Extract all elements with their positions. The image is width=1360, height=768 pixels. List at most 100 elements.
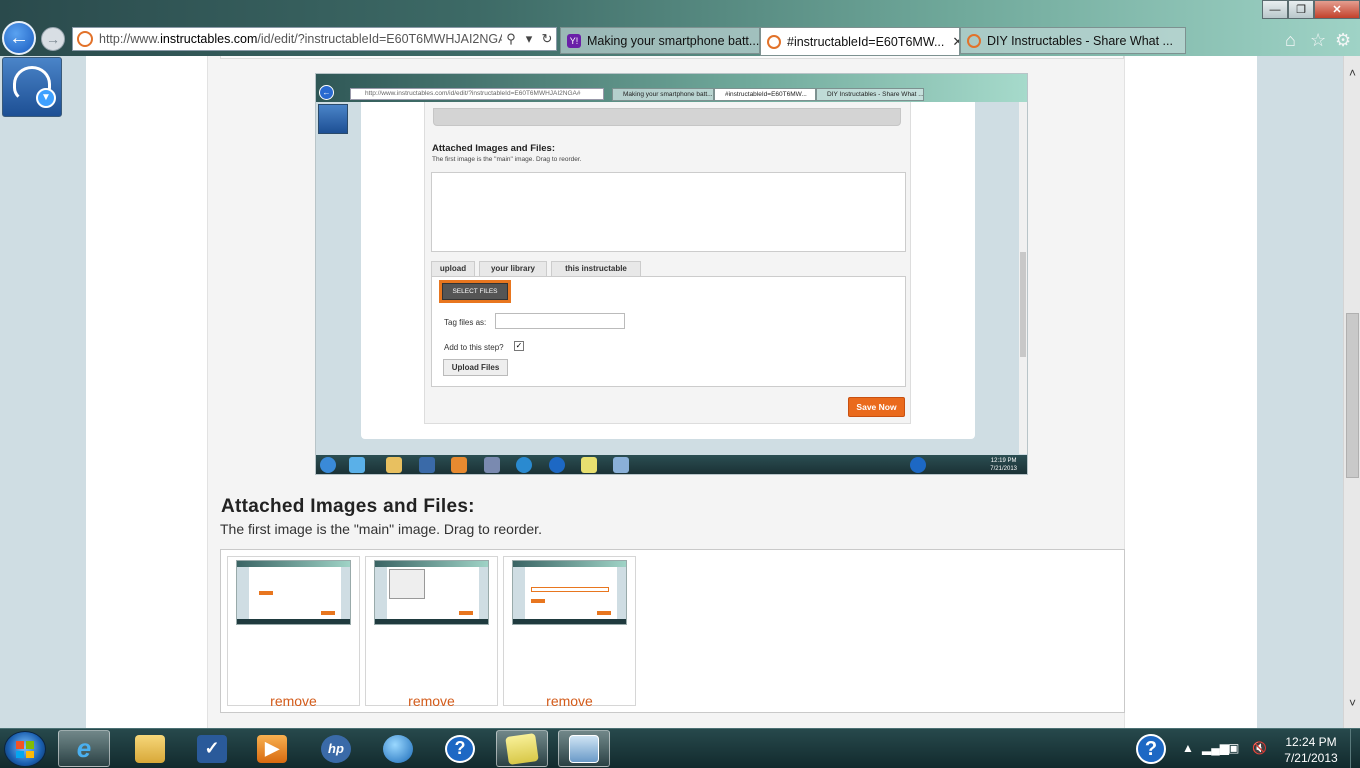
embedded-hp-icon — [484, 457, 500, 473]
tab-instructable-edit[interactable]: #instructableId=E60T6MW... ✕ — [760, 27, 960, 56]
attached-title: Attached Images and Files: — [221, 496, 475, 517]
help-icon: ? — [445, 734, 475, 763]
thumbnail-image[interactable] — [236, 560, 351, 625]
embedded-ie-icon — [349, 457, 365, 473]
tab-close-icon[interactable]: ✕ — [944, 34, 959, 50]
back-button[interactable]: ← — [2, 21, 36, 55]
embedded-add-checkbox: ✓ — [514, 341, 524, 351]
system-clock[interactable]: 12:24 PM 7/21/2013 — [1276, 734, 1346, 766]
embedded-scrollbar — [1019, 102, 1027, 454]
embedded-media-icon — [451, 457, 467, 473]
embedded-fingerprint-icon — [318, 104, 348, 134]
remove-link[interactable]: remove — [228, 693, 359, 709]
embedded-browser-chrome: ← http://www.instructables.com/id/edit/?… — [316, 74, 1027, 102]
embedded-upload-panel: SELECT FILES Tag files as: Add to this s… — [431, 276, 906, 387]
embedded-add-label: Add to this step? — [444, 343, 504, 352]
taskbar-sticky-notes[interactable] — [496, 730, 548, 767]
media-player-icon: ▶ — [257, 734, 287, 763]
embedded-folder-icon — [386, 457, 402, 473]
address-url[interactable]: http://www.instructables.com/id/edit/?in… — [99, 32, 502, 46]
settings-gear-icon[interactable]: ⚙ — [1335, 30, 1351, 51]
embedded-drop-area — [431, 172, 906, 252]
show-desktop-button[interactable] — [1350, 729, 1360, 768]
windows-taskbar: e ✓ ▶ hp ? ? ▲ ▂▄▆ ▣ 🔇 12:24 PM 7/21/201… — [0, 728, 1360, 768]
embedded-content: Attached Images and Files: The first ima… — [424, 102, 911, 424]
thumb-taskbar — [237, 619, 350, 624]
back-arrow-icon: ← — [9, 26, 29, 49]
internet-explorer-icon: e — [76, 733, 92, 763]
embedded-tab-upload: upload — [431, 261, 475, 276]
address-bar[interactable]: http://www.instructables.com/id/edit/?in… — [72, 27, 557, 51]
thumbnail-item[interactable]: remove — [503, 556, 636, 709]
fingerprint-widget[interactable]: ▼ — [2, 57, 62, 117]
favorites-star-icon[interactable]: ☆ — [1310, 30, 1326, 51]
embedded-start-icon — [320, 457, 336, 473]
thumb-taskbar — [375, 619, 488, 624]
thumbnail-item[interactable]: remove — [365, 556, 498, 709]
globe-icon — [383, 734, 413, 763]
close-icon: ✕ — [1332, 4, 1342, 16]
taskbar-media[interactable]: ▶ — [246, 730, 298, 767]
taskbar-globe[interactable] — [372, 730, 424, 767]
folder-icon — [135, 734, 165, 763]
embedded-globe-icon — [516, 457, 532, 473]
minimize-button[interactable]: — — [1262, 0, 1288, 19]
scroll-up-icon[interactable]: ˄ — [1344, 66, 1360, 80]
thumbnail-image[interactable] — [512, 560, 627, 625]
embedded-app-icon — [419, 457, 435, 473]
taskbar-explorer[interactable] — [124, 730, 176, 767]
taskbar-internet-explorer[interactable]: e — [58, 730, 110, 767]
taskbar-hp[interactable]: hp — [310, 730, 362, 767]
embedded-select-label: SELECT FILES — [442, 283, 508, 300]
tab-label: #instructableId=E60T6MW... — [787, 34, 945, 49]
embedded-tab: DIY Instructables - Share What ... — [816, 88, 924, 101]
taskbar-photo-viewer[interactable] — [558, 730, 610, 767]
embedded-notes-icon — [581, 457, 597, 473]
close-button[interactable]: ✕ — [1314, 0, 1360, 19]
embedded-clock-time: 12:19 PM — [990, 458, 1017, 464]
forward-button[interactable]: → — [41, 27, 65, 51]
network-signal-icon[interactable]: ▂▄▆ — [1202, 741, 1229, 755]
tray-expand-icon[interactable]: ▲ — [1182, 741, 1194, 755]
dropdown-icon[interactable]: ▾ — [520, 31, 538, 47]
embedded-tab: Making your smartphone batt... — [612, 88, 714, 101]
embedded-back-icon: ← — [319, 85, 334, 100]
tab-making-smartphone[interactable]: Y! Making your smartphone batt... — [560, 27, 760, 54]
taskbar-app-check[interactable]: ✓ — [186, 730, 238, 767]
clock-date: 7/21/2013 — [1284, 751, 1338, 765]
home-icon[interactable]: ⌂ — [1285, 30, 1296, 51]
embedded-tab-library: your library — [479, 261, 547, 276]
embedded-subtitle: The first image is the "main" image. Dra… — [432, 156, 582, 163]
embedded-save-button: Save Now — [848, 397, 905, 417]
embedded-page: Attached Images and Files: The first ima… — [361, 102, 975, 439]
start-button[interactable] — [4, 731, 46, 767]
taskbar-help[interactable]: ? — [434, 730, 486, 767]
restore-button[interactable]: ❐ — [1288, 0, 1314, 19]
photo-viewer-icon — [569, 734, 599, 763]
thumb-orange-mark — [259, 591, 273, 595]
thumb-orange-mark — [597, 611, 611, 615]
remove-link[interactable]: remove — [504, 693, 635, 709]
page-scrollbar[interactable]: ˄ ˅ — [1343, 56, 1360, 728]
tab-diy-instructables[interactable]: DIY Instructables - Share What ... — [960, 27, 1186, 54]
sticky-notes-icon — [505, 732, 539, 765]
tray-help-icon[interactable]: ? — [1136, 734, 1166, 764]
battery-plug-icon[interactable]: ▣ — [1228, 741, 1239, 755]
search-icon[interactable]: ⚲ — [502, 31, 520, 47]
url-prefix: http://www. — [99, 32, 161, 46]
embedded-grey-box — [433, 108, 901, 126]
remove-link[interactable]: remove — [366, 693, 497, 709]
embedded-upload-button: Upload Files — [443, 359, 508, 376]
scroll-down-icon[interactable]: ˅ — [1344, 696, 1360, 710]
thumbnail-list: remove remove remove — [220, 549, 1125, 713]
forward-arrow-icon: → — [46, 31, 60, 47]
volume-muted-icon[interactable]: 🔇 — [1252, 741, 1267, 755]
embedded-tab: #instructableId=E60T6MW... — [714, 88, 816, 101]
thumb-orange-outline — [531, 587, 609, 592]
refresh-icon[interactable]: ↻ — [538, 31, 556, 47]
thumbnail-image[interactable] — [374, 560, 489, 625]
hp-icon: hp — [321, 734, 351, 763]
scroll-thumb[interactable] — [1346, 313, 1359, 478]
embedded-tag-input — [495, 313, 625, 329]
thumbnail-item[interactable]: remove — [227, 556, 360, 709]
